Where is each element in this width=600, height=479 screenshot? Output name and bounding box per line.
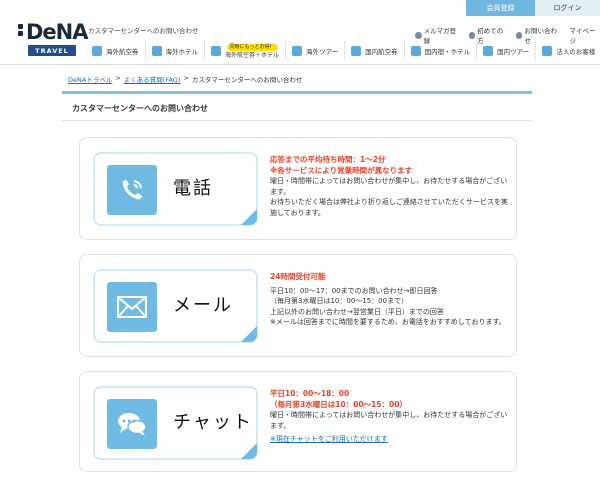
breadcrumb: DeNAトラベル > よくある質問(FAQ) > カスタマーセンターへのお問い合… — [68, 74, 302, 84]
question-icon — [515, 31, 523, 39]
top-bar: 会員登録 ログイン — [0, 0, 600, 18]
mail-label: メール — [173, 295, 233, 316]
mail-recommend-phone: ※メールは回答までに時間を要するため、お電話をおすすめしております。 — [270, 318, 506, 326]
nav-corporate[interactable]: 法人のお客様 — [535, 41, 600, 61]
hotel-icon — [410, 46, 421, 56]
page-heading-bar: カスタマーセンターへのお問い合わせ — [62, 91, 532, 121]
phone-contact-button[interactable]: 電話 — [93, 152, 258, 226]
breadcrumb-separator: > — [183, 74, 189, 82]
global-nav: 海外航空券 海外ホテル 同時にもっとお得！ 海外航空券＋ホテル 海外ツアー 国内航… — [86, 39, 600, 63]
mail-wednesday-hours: （毎月第3水曜日は10：00～15：00まで） — [270, 297, 409, 305]
page-title: カスタマーセンターへのお問い合わせ — [72, 104, 208, 113]
chat-bubbles-icon — [107, 399, 157, 449]
chat-contact-card: チャット 平日10：00～18：00 （毎月第3水曜日は10：00～15：00）… — [79, 371, 517, 472]
nav-overseas-tours[interactable]: 海外ツアー — [285, 41, 344, 61]
logo-wordmark: DeNA — [26, 20, 89, 44]
nav-domestic-flights[interactable]: 国内航空券 — [344, 41, 404, 61]
breadcrumb-home-link[interactable]: DeNAトラベル — [68, 74, 112, 84]
nav-flight-hotel[interactable]: 同時にもっとお得！ 海外航空券＋ホテル — [204, 41, 285, 61]
phone-contact-card: 電話 応答までの平均待ち時間：1～2分 ※各サービスにより営業時間が異なります … — [79, 137, 517, 240]
phone-icon — [107, 165, 157, 215]
corner-arrow-icon — [241, 209, 257, 225]
register-button[interactable]: 会員登録 — [466, 0, 535, 16]
mail-other-hours: 上記以外のお問い合わせ→翌営業日（平日）までの回答 — [270, 307, 444, 316]
envelope-icon — [107, 282, 157, 332]
mail-weekday-hours: 平日10：00～17：00までのお問い合わせ→即日回答 — [270, 286, 438, 295]
breadcrumb-current: カスタマーセンターへのお問い合わせ — [191, 76, 303, 84]
header-divider — [0, 64, 600, 65]
phone-busy-note: 曜日・時間帯によってはお問い合わせが集中し、お待たせする場合がございます。 — [270, 177, 508, 196]
mail-icon — [415, 31, 422, 39]
corner-arrow-icon — [241, 443, 257, 459]
chat-label: チャット — [173, 412, 253, 433]
phone-hours-note: ※各サービスにより営業時間が異なります — [270, 165, 413, 175]
login-button[interactable]: ログイン — [535, 0, 600, 16]
mail-24h: 24時間受付可能 — [270, 272, 326, 281]
breadcrumb-faq-link[interactable]: よくある質問(FAQ) — [124, 74, 181, 84]
logo-badge: TRAVEL — [28, 45, 76, 56]
chat-available-link[interactable]: ※現在チャットをご利用いただけます — [270, 435, 388, 443]
plane-hotel-icon — [211, 46, 221, 56]
tour-icon — [483, 46, 494, 56]
breadcrumb-separator: > — [115, 74, 121, 82]
phone-label: 電話 — [173, 178, 213, 199]
nav-overseas-hotels[interactable]: 海外ホテル — [144, 41, 205, 61]
dena-travel-logo[interactable]: DeNA TRAVEL — [18, 18, 89, 60]
chat-hours: 平日10：00～18：00 — [270, 389, 350, 398]
chat-wednesday-hours: （毎月第3水曜日は10：00～15：00） — [270, 399, 407, 409]
site-title: カスタマーセンターへのお問い合わせ — [88, 27, 199, 35]
mail-info: 24時間受付可能 平日10：00～17：00までのお問い合わせ→即日回答 （毎月… — [270, 272, 510, 328]
promo-badge: 同時にもっとお得！ — [226, 43, 278, 51]
plane-icon — [351, 46, 362, 56]
mail-contact-button[interactable]: メール — [93, 269, 258, 343]
plane-icon — [92, 46, 102, 56]
briefcase-icon — [542, 46, 553, 56]
corner-arrow-icon — [241, 326, 257, 342]
nav-domestic-tours[interactable]: 国内ツアー — [476, 41, 535, 61]
nav-domestic-hotels[interactable]: 国内宿・ホテル — [403, 41, 477, 61]
phone-wait-time: 応答までの平均待ち時間：1～2分 — [270, 155, 386, 164]
beginner-icon — [468, 31, 476, 39]
phone-callback-note: お待ちいただく場合は弊社より折り返しご連絡させていただくサービスを実施しておりま… — [270, 198, 508, 217]
chat-info: 平日10：00～18：00 （毎月第3水曜日は10：00～15：00） 曜日・時… — [270, 389, 510, 445]
nav-overseas-flights[interactable]: 海外航空券 — [86, 41, 145, 61]
mail-contact-card: メール 24時間受付可能 平日10：00～17：00までのお問い合わせ→即日回答… — [79, 254, 517, 357]
hotel-icon — [151, 46, 162, 56]
chat-contact-button[interactable]: チャット — [93, 386, 258, 460]
tour-icon — [292, 46, 303, 56]
phone-info: 応答までの平均待ち時間：1～2分 ※各サービスにより営業時間が異なります 曜日・… — [270, 155, 510, 218]
logo-mark — [18, 24, 26, 42]
chat-busy-note: 曜日・時間帯によってはお問い合わせが集中し、お待たせする場合がございます。 — [270, 411, 508, 430]
